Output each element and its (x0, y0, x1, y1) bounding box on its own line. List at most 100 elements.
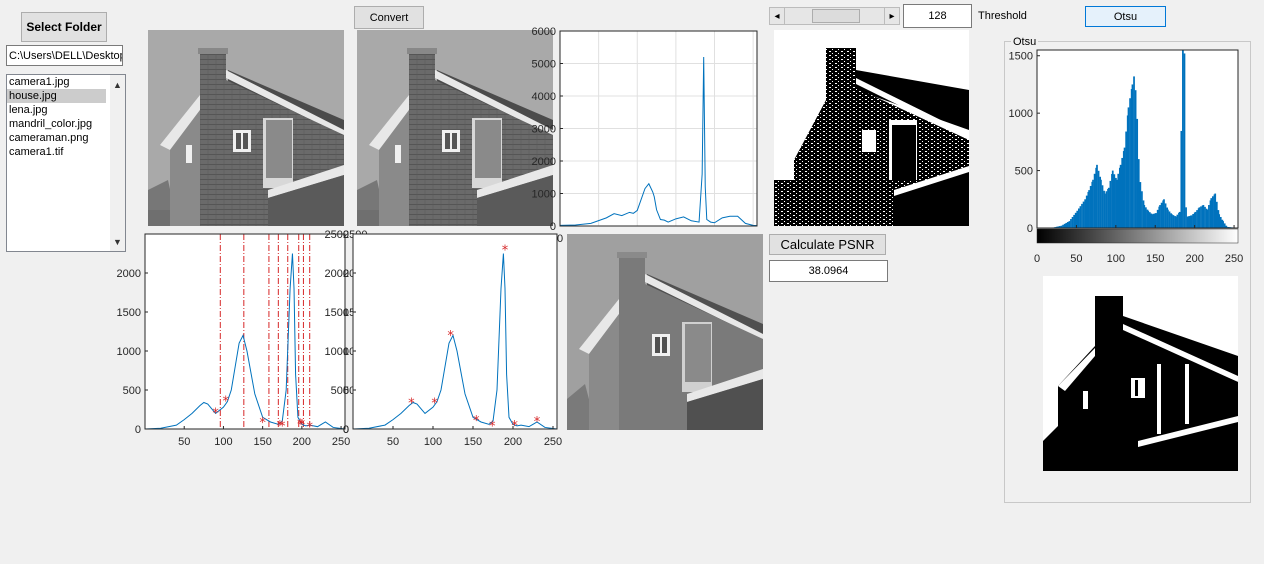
histogram-bar (1223, 223, 1226, 228)
folder-path-input[interactable]: C:\Users\DELL\Desktop\ (6, 45, 123, 66)
y-tick-label: 1000 (325, 346, 349, 358)
peak-marker: * (534, 415, 541, 430)
histogram-bar (1071, 216, 1074, 228)
scroll-up-icon[interactable]: ▲ (110, 77, 125, 92)
histogram-bar (1163, 199, 1165, 228)
histogram-bar (1081, 203, 1083, 228)
quantized-image (567, 234, 763, 430)
histogram-bar (1127, 107, 1130, 228)
peak-marker: * (408, 396, 415, 411)
x-tick-label: 100 (424, 436, 442, 448)
histogram-bar (1123, 147, 1126, 228)
y-tick-label: 1000 (1009, 108, 1033, 120)
x-tick-label: 200 (293, 436, 311, 448)
histogram-bar (1129, 98, 1131, 228)
select-folder-button[interactable]: Select Folder (21, 12, 107, 42)
peak-marker: * (502, 243, 509, 258)
histogram-bar (1183, 53, 1186, 228)
histogram-bar (1196, 210, 1198, 228)
plot-area (145, 234, 345, 429)
y-tick-label: 500 (331, 385, 349, 397)
histogram-bar (1092, 179, 1094, 228)
x-tick-label: 50 (1070, 253, 1082, 265)
histogram-bar (1111, 170, 1114, 228)
histogram-bar (1063, 223, 1066, 228)
x-tick-label: 250 (544, 436, 562, 448)
peak-marker: * (212, 406, 219, 421)
otsu-histogram-chart: 0 500 1000 1500 0 50 100 150 200 250 (1009, 49, 1243, 265)
histogram-bar (1188, 216, 1191, 228)
histogram-bar (1073, 214, 1075, 228)
peak-marker: * (447, 329, 454, 344)
slider-right-arrow-icon[interactable]: ▸ (884, 8, 899, 24)
file-listbox[interactable]: camera1.jpg house.jpg lena.jpg mandril_colo… (6, 74, 126, 252)
x-tick-label: 200 (1185, 253, 1203, 265)
x-tick-label: 50 (178, 436, 190, 448)
histogram-bar (1085, 195, 1088, 228)
x-tick-label: 250 (1225, 253, 1243, 265)
histogram-bar (1093, 173, 1096, 228)
y-tick-label: 2000 (325, 268, 349, 280)
x-tick-label: 100 (1107, 253, 1125, 265)
histogram-bar (1077, 208, 1080, 228)
histogram-bar (1192, 213, 1195, 228)
histogram-bar (1139, 182, 1142, 228)
y-tick-label: 1000 (532, 189, 556, 201)
file-list-item[interactable]: camera1.jpg (7, 75, 106, 89)
file-list-item[interactable]: cameraman.png (7, 131, 106, 145)
calculate-psnr-button[interactable]: Calculate PSNR (769, 234, 886, 255)
x-tick-label: 200 (504, 436, 522, 448)
histogram-bar (1121, 157, 1124, 228)
histogram-bar (1174, 216, 1177, 228)
y-tick-label: 4000 (532, 91, 556, 103)
histogram-bar (1219, 216, 1222, 228)
histogram-bar (1208, 205, 1210, 228)
threshold-slider[interactable]: ◂ ▸ (769, 7, 900, 25)
x-tick-label: 150 (1146, 253, 1164, 265)
histogram-bar (1089, 185, 1092, 228)
histogram-bar (1210, 198, 1213, 228)
histogram-bar (1117, 173, 1120, 228)
histogram-bar (1186, 216, 1189, 228)
histogram-bar (1125, 131, 1128, 228)
histogram-bar (1104, 193, 1106, 228)
histogram-bar (1137, 159, 1140, 228)
slider-left-arrow-icon[interactable]: ◂ (770, 8, 785, 24)
y-tick-label: 3000 (532, 124, 556, 136)
histogram-bar (1133, 76, 1135, 228)
histogram-peaks-chart: * * * * * * * * 0 500 1000 1500 2000 2500 50 100 150 200 2… (325, 229, 563, 448)
y-tick-label: 0 (1027, 223, 1033, 235)
x-tick-label: 0 (1034, 253, 1040, 265)
y-tick-label: 500 (123, 385, 141, 397)
y-tick-label: 2000 (117, 268, 141, 280)
histogram-bar (1097, 170, 1100, 228)
slider-thumb[interactable] (812, 9, 860, 23)
gray-colorbar (1036, 228, 1239, 244)
file-list-scrollbar[interactable]: ▲ ▼ (110, 75, 125, 251)
histogram-bar (1148, 212, 1151, 228)
convert-button[interactable]: Convert (354, 6, 424, 29)
otsu-binary-image (1043, 276, 1238, 471)
x-tick-label: 150 (253, 436, 271, 448)
histogram-bar (1167, 209, 1169, 228)
file-list-item[interactable]: house.jpg (7, 89, 106, 103)
histogram-bar (1211, 196, 1214, 228)
file-list-item[interactable]: lena.jpg (7, 103, 106, 117)
histogram-bar (1180, 130, 1183, 228)
y-tick-label: 2000 (532, 156, 556, 168)
otsu-button[interactable]: Otsu (1085, 6, 1166, 27)
file-list-item[interactable]: camera1.tif (7, 145, 106, 159)
peak-marker: * (431, 396, 438, 411)
histogram-bar (1082, 201, 1085, 228)
threshold-label: Threshold (978, 10, 1027, 22)
histogram-bar (1066, 222, 1069, 228)
y-tick-label: 0 (135, 424, 141, 436)
file-list-items: camera1.jpg house.jpg lena.jpg mandril_colo… (7, 75, 125, 159)
histogram-bar (1144, 207, 1147, 228)
histogram-bar (1070, 219, 1072, 228)
peak-marker: * (299, 418, 306, 433)
histogram-bar (1088, 190, 1090, 228)
histogram-bar (1171, 214, 1173, 228)
threshold-value-input[interactable]: 128 (903, 4, 972, 28)
file-list-item[interactable]: mandril_color.jpg (7, 117, 106, 131)
